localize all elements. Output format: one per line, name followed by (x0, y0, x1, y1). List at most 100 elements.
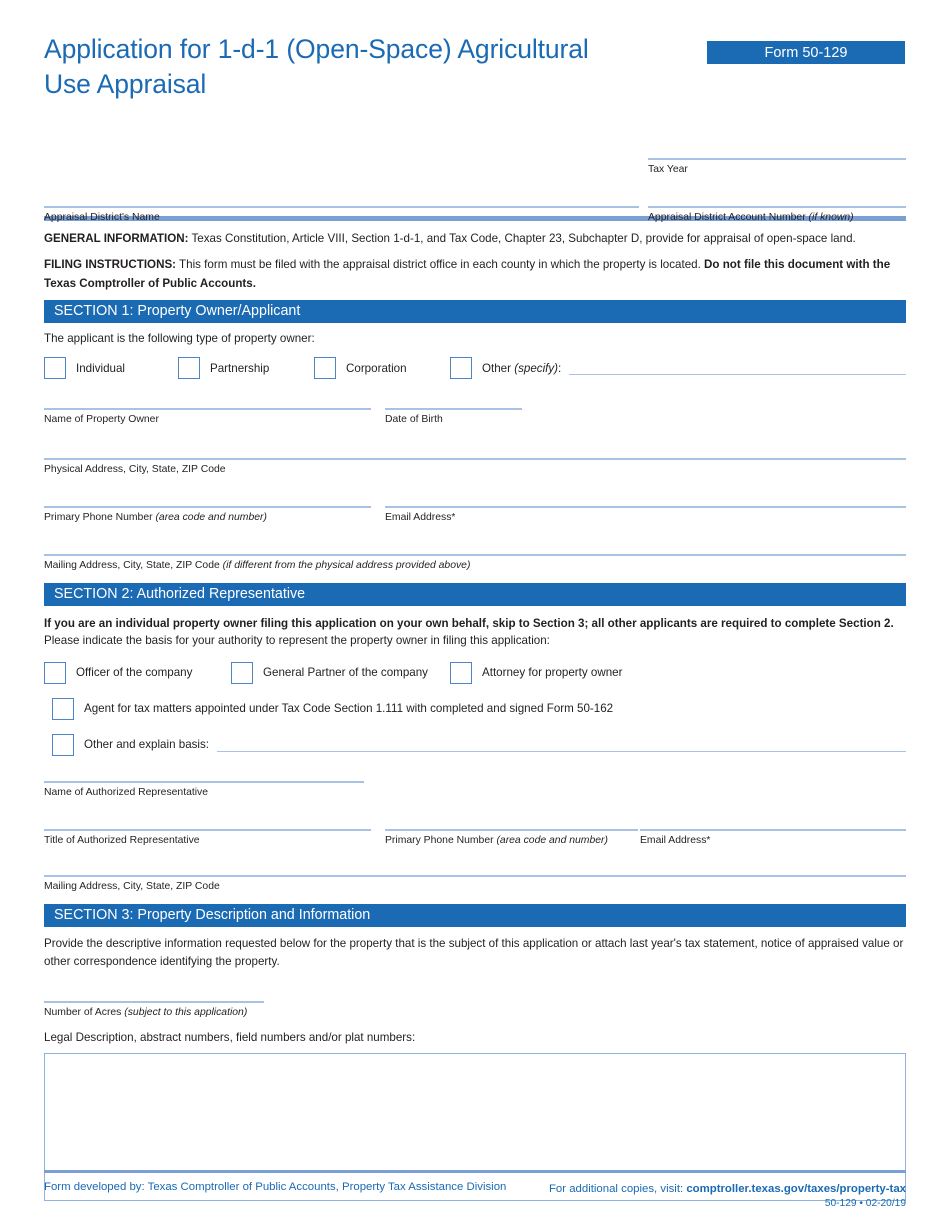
owner-email-label: Email Address* (385, 512, 456, 524)
section-2-heading-label: SECTION 2: Authorized Representative (54, 586, 306, 603)
other-basis-input[interactable] (217, 738, 906, 752)
rep-primary-phone-field[interactable]: Primary Phone Number (area code and numb… (385, 828, 638, 848)
section-3-heading: SECTION 3: Property Description and Info… (44, 903, 906, 927)
rep-mailing-address-label: Mailing Address, City, State, ZIP Code (44, 880, 220, 892)
rep-primary-phone-label: Primary Phone Number (area code and numb… (385, 831, 638, 848)
page-title: Application for 1-d-1 (Open-Space) Agric… (44, 32, 644, 102)
rep-primary-phone-label-text: Primary Phone Number (385, 834, 497, 846)
general-information-text: Texas Constitution, Article VIII, Sectio… (188, 232, 856, 245)
account-number-field[interactable]: Appraisal District Account Number (if kn… (648, 206, 906, 225)
other-basis-row: Other and explain basis: (44, 733, 906, 756)
checkbox-corporation-label: Corporation (346, 361, 407, 375)
general-information-paragraph: GENERAL INFORMATION: Texas Constitution,… (44, 230, 906, 249)
checkbox-officer-of-company[interactable] (44, 661, 66, 684)
checkbox-attorney-for-owner[interactable] (450, 661, 472, 684)
page-footer: Form developed by: Texas Comptroller of … (44, 1169, 906, 1212)
name-of-property-owner-field[interactable]: Name of Property Owner (44, 408, 371, 427)
physical-address-label: Physical Address, City, State, ZIP Code (44, 464, 226, 476)
number-of-acres-label-text: Number of Acres (44, 1006, 125, 1018)
general-information-block: GENERAL INFORMATION: Texas Constitution,… (44, 221, 906, 293)
name-of-authorized-rep-label: Name of Authorized Representative (44, 786, 209, 798)
account-number-label-text: Appraisal District Account Number (648, 212, 809, 223)
footer-version: 50-129 • 02-20/19 (824, 1198, 906, 1210)
checkbox-agent-for-tax-matters[interactable] (52, 697, 74, 720)
filing-instructions-label: FILING INSTRUCTIONS: (44, 257, 177, 271)
rep-mailing-address-field[interactable]: Mailing Address, City, State, ZIP Code (44, 874, 906, 903)
physical-address-field[interactable]: Physical Address, City, State, ZIP Code (44, 458, 906, 506)
form-number-label: Form 50-129 (764, 44, 848, 61)
form-page: Application for 1-d-1 (Open-Space) Agric… (0, 0, 950, 1230)
form-number-badge: Form 50-129 (706, 40, 906, 65)
owner-primary-phone-label: Primary Phone Number (area code and numb… (44, 508, 371, 525)
title-of-authorized-rep-field[interactable]: Title of Authorized Representative (44, 828, 371, 848)
section-3-paragraph: Provide the descriptive information requ… (44, 936, 904, 968)
appraisal-district-name-label: Appraisal District's Name (44, 212, 160, 223)
footer-row: Form developed by: Texas Comptroller of … (44, 1181, 906, 1212)
page-title-line2: Use Appraisal (44, 69, 207, 100)
tax-year-field[interactable]: Tax Year (648, 158, 906, 177)
owner-mailing-address-field[interactable]: Mailing Address, City, State, ZIP Code (… (44, 554, 906, 582)
section-1-heading-label: SECTION 1: Property Owner/Applicant (54, 303, 301, 320)
section-1-intro: The applicant is the following type of p… (44, 332, 315, 346)
footer-divider-rule (44, 1169, 906, 1173)
owner-primary-phone-field[interactable]: Primary Phone Number (area code and numb… (44, 506, 371, 525)
owner-name-dob-row: Name of Property Owner Date of Birth (44, 408, 906, 458)
representative-basis-row: Officer of the company General Partner o… (44, 661, 906, 684)
section-3-heading-label: SECTION 3: Property Description and Info… (54, 906, 371, 923)
section-2-heading: SECTION 2: Authorized Representative (44, 583, 906, 607)
name-of-authorized-rep-field[interactable]: Name of Authorized Representative (44, 780, 364, 800)
filing-instructions-text: This form must be filed with the apprais… (176, 257, 705, 271)
other-owner-label-italic: (specify) (514, 361, 559, 375)
checkbox-corporation[interactable] (314, 357, 336, 380)
name-of-property-owner-label: Name of Property Owner (44, 414, 159, 426)
appraisal-district-name-field[interactable]: Appraisal District's Name (44, 206, 639, 225)
section-2-bold-note: If you are an individual property owner … (44, 617, 894, 631)
title-of-authorized-rep-label: Title of Authorized Representative (44, 834, 200, 846)
account-number-label-italic: (if known) (808, 212, 854, 223)
account-number-label: Appraisal District Account Number (if kn… (648, 208, 906, 225)
owner-email-field[interactable]: Email Address* (385, 506, 906, 525)
checkbox-general-partner-label: General Partner of the company (263, 666, 428, 680)
date-of-birth-field[interactable]: Date of Birth (385, 408, 522, 427)
checkbox-other-owner-type[interactable] (450, 357, 472, 380)
owner-mailing-address-label: Mailing Address, City, State, ZIP Code (… (44, 556, 906, 573)
footer-right-block: For additional copies, visit: comptrolle… (549, 1181, 906, 1212)
checkbox-other-basis[interactable] (52, 733, 74, 756)
number-of-acres-label: Number of Acres (subject to this applica… (44, 1003, 264, 1020)
owner-type-row: Individual Partnership Corporation Other… (44, 357, 906, 380)
checkbox-other-basis-label: Other and explain basis: (84, 738, 210, 752)
checkbox-individual[interactable] (44, 357, 66, 380)
top-fields-area: Tax Year Appraisal District's Name Appra… (44, 128, 906, 223)
owner-phone-email-row: Primary Phone Number (area code and numb… (44, 506, 906, 554)
checkbox-attorney-for-owner-label: Attorney for property owner (482, 666, 623, 680)
rep-email-field[interactable]: Email Address* (640, 828, 906, 848)
section-1-heading: SECTION 1: Property Owner/Applicant (44, 300, 906, 324)
other-owner-type-input[interactable] (569, 361, 906, 376)
owner-mailing-address-label-italic: (if different from the physical address … (222, 560, 471, 572)
checkbox-other-owner-type-label: Other (specify): (482, 362, 561, 375)
checkbox-individual-label: Individual (76, 361, 125, 375)
checkbox-partnership[interactable] (178, 357, 200, 380)
page-header: Application for 1-d-1 (Open-Space) Agric… (44, 0, 906, 128)
rep-title-phone-email-row: Title of Authorized Representative Prima… (44, 828, 906, 875)
date-of-birth-label: Date of Birth (385, 414, 443, 426)
other-owner-label-colon: : (558, 361, 562, 375)
footer-copies-line: For additional copies, visit: comptrolle… (549, 1181, 906, 1198)
tax-year-label: Tax Year (648, 164, 688, 175)
checkbox-partnership-label: Partnership (210, 361, 270, 375)
number-of-acres-label-italic: (subject to this application) (124, 1006, 248, 1018)
owner-mailing-address-label-text: Mailing Address, City, State, ZIP Code (44, 560, 223, 572)
footer-developed-by: Form developed by: Texas Comptroller of … (44, 1180, 507, 1193)
owner-primary-phone-label-italic: (area code and number) (155, 512, 267, 524)
footer-copies-url[interactable]: comptroller.texas.gov/taxes/property-tax (686, 1183, 906, 1195)
rep-name-row: Name of Authorized Representative (44, 780, 906, 829)
other-owner-label-text: Other (482, 361, 515, 375)
agent-for-tax-matters-row: Agent for tax matters appointed under Ta… (44, 697, 906, 720)
number-of-acres-field[interactable]: Number of Acres (subject to this applica… (44, 1000, 264, 1045)
rep-primary-phone-label-italic: (area code and number) (496, 834, 608, 846)
owner-primary-phone-label-text: Primary Phone Number (44, 512, 156, 524)
checkbox-agent-for-tax-matters-label: Agent for tax matters appointed under Ta… (84, 702, 614, 716)
general-information-label: GENERAL INFORMATION: (44, 232, 189, 245)
section-2-intro: Please indicate the basis for your autho… (44, 633, 550, 647)
checkbox-general-partner[interactable] (231, 661, 253, 684)
